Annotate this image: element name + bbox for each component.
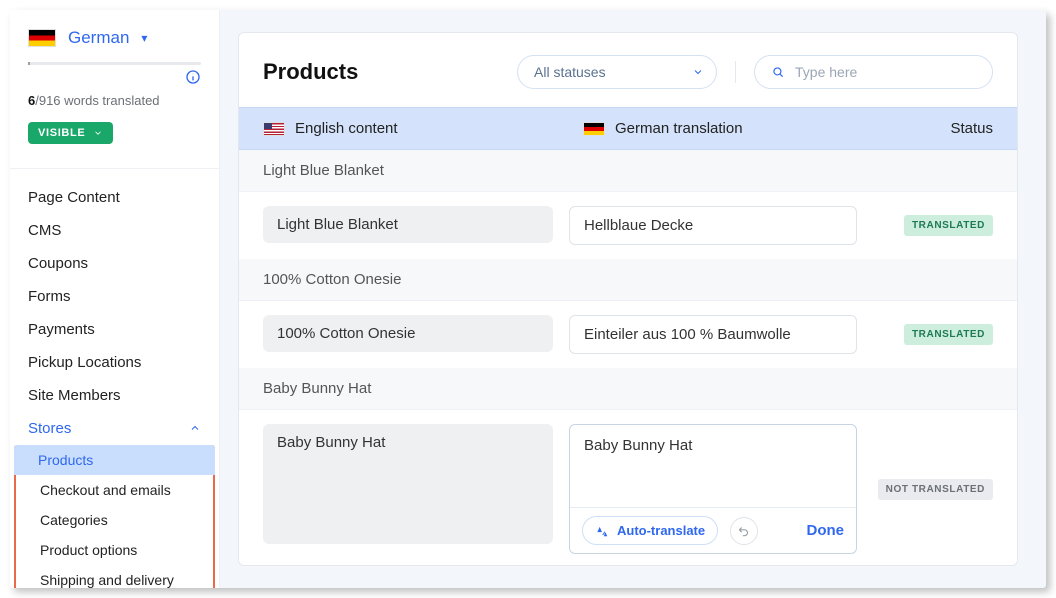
sidebar-item-stores[interactable]: Stores <box>10 412 219 445</box>
section-title: Light Blue Blanket <box>239 150 1017 191</box>
source-text: Light Blue Blanket <box>263 206 553 243</box>
divider <box>735 61 736 83</box>
page-title: Products <box>263 59 358 85</box>
undo-icon <box>737 524 751 538</box>
table-row: 100% Cotton Onesie Einteiler aus 100 % B… <box>239 300 1017 368</box>
chevron-down-icon <box>692 66 704 78</box>
search-icon <box>771 65 785 79</box>
col-source-label: English content <box>295 120 398 137</box>
translation-text[interactable]: Hellblaue Decke <box>569 206 857 245</box>
info-icon[interactable] <box>28 69 201 85</box>
sidebar-sub-product-options[interactable]: Product options <box>16 535 213 565</box>
flag-de-icon <box>28 29 56 47</box>
translate-icon <box>595 524 609 538</box>
language-name: German <box>68 28 129 48</box>
sidebar-item-site-members[interactable]: Site Members <box>10 379 219 412</box>
sidebar-sub-shipping[interactable]: Shipping and delivery <box>16 565 213 588</box>
source-text: Baby Bunny Hat <box>263 424 553 544</box>
products-panel: Products All statuses English c <box>238 32 1018 566</box>
table-row: Baby Bunny Hat Baby Bunny Hat Auto-trans… <box>239 409 1017 566</box>
words-translated: 6/916 words translated <box>28 93 201 108</box>
translation-text[interactable]: Einteiler aus 100 % Baumwolle <box>569 315 857 354</box>
undo-button[interactable] <box>730 517 758 545</box>
sidebar-item-page-content[interactable]: Page Content <box>10 181 219 214</box>
col-target-label: German translation <box>615 120 743 137</box>
flag-us-icon <box>263 122 285 136</box>
sidebar-item-pickup-locations[interactable]: Pickup Locations <box>10 346 219 379</box>
col-status-label: Status <box>873 120 993 137</box>
translation-text[interactable]: Baby Bunny Hat <box>570 425 856 507</box>
main: Products All statuses English c <box>220 10 1046 588</box>
sidebar-item-forms[interactable]: Forms <box>10 280 219 313</box>
section-title: Baby Bunny Hat <box>239 368 1017 409</box>
sidebar-nav: Page Content CMS Coupons Forms Payments … <box>10 169 219 588</box>
auto-translate-button[interactable]: Auto-translate <box>582 516 718 545</box>
status-filter[interactable]: All statuses <box>517 55 717 89</box>
flag-de-icon <box>583 122 605 136</box>
sidebar-sub-products[interactable]: Products <box>14 445 215 475</box>
sidebar-item-payments[interactable]: Payments <box>10 313 219 346</box>
source-text: 100% Cotton Onesie <box>263 315 553 352</box>
visibility-toggle[interactable]: VISIBLE <box>28 122 113 144</box>
section-title: 100% Cotton Onesie <box>239 259 1017 300</box>
language-selector[interactable]: German ▾ <box>28 28 201 48</box>
search-input[interactable] <box>754 55 993 89</box>
sidebar-sub-checkout[interactable]: Checkout and emails <box>16 475 213 505</box>
sidebar-sub-categories[interactable]: Categories <box>16 505 213 535</box>
highlighted-submenu: Products Checkout and emails Categories … <box>14 445 215 588</box>
done-button[interactable]: Done <box>807 522 845 539</box>
search-field[interactable] <box>795 64 976 80</box>
translation-editor[interactable]: Baby Bunny Hat Auto-translate <box>569 424 857 554</box>
sidebar-item-coupons[interactable]: Coupons <box>10 247 219 280</box>
chevron-up-icon <box>189 422 201 434</box>
translation-progress <box>28 62 201 65</box>
sidebar-item-cms[interactable]: CMS <box>10 214 219 247</box>
status-badge: TRANSLATED <box>904 215 993 236</box>
table-row: Light Blue Blanket Hellblaue Decke TRANS… <box>239 191 1017 259</box>
status-badge: NOT TRANSLATED <box>878 479 993 500</box>
chevron-down-icon: ▾ <box>141 31 147 45</box>
column-headers: English content German translation Statu… <box>239 107 1017 150</box>
status-badge: TRANSLATED <box>904 324 993 345</box>
sidebar: German ▾ 6/916 words translated VISIBLE … <box>10 10 220 588</box>
